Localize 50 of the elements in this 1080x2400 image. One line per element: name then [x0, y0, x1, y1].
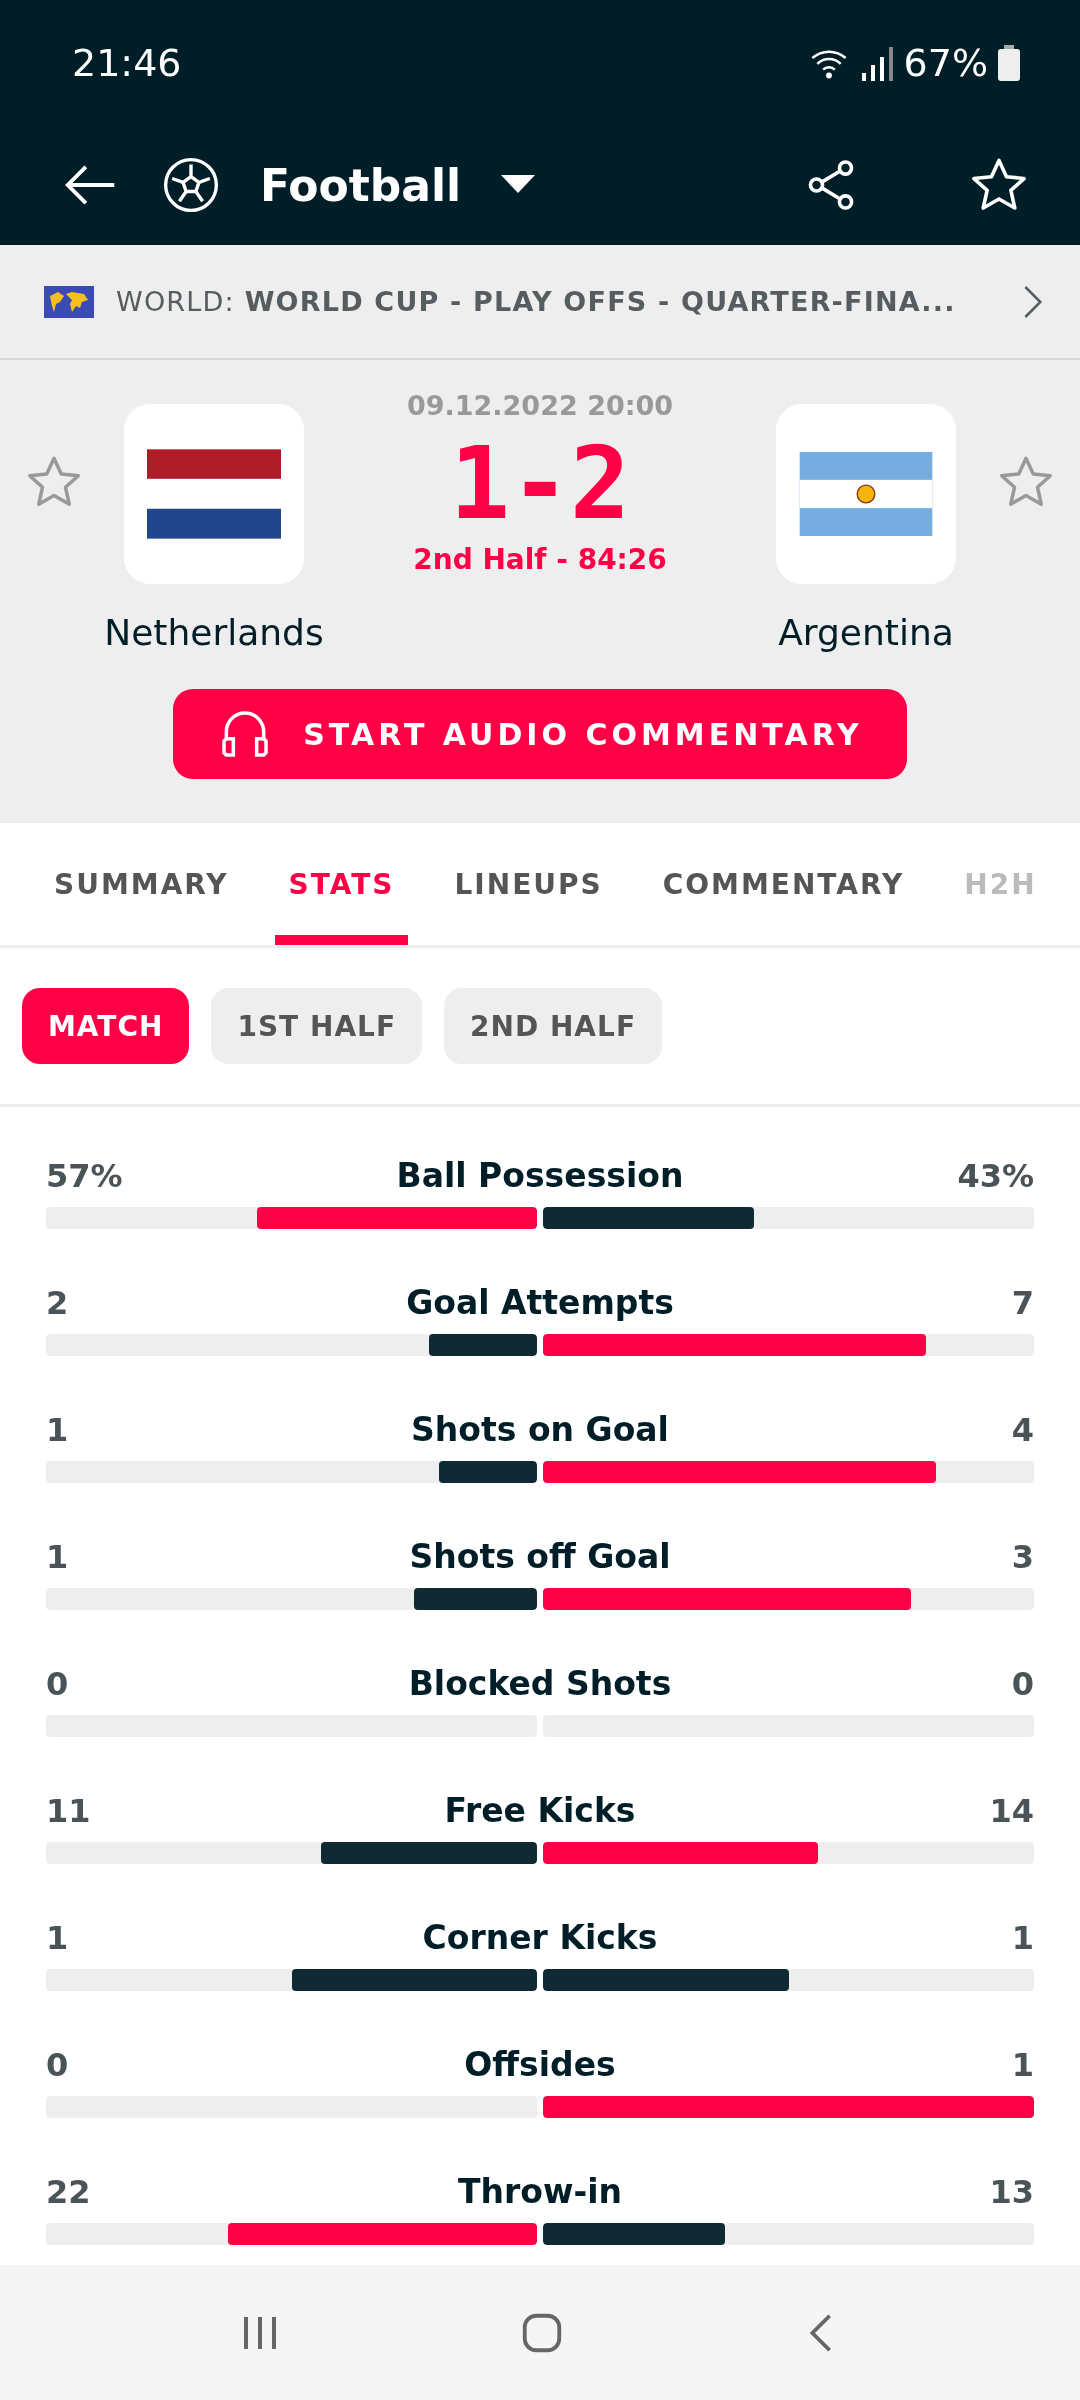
match-score: 1-2	[449, 429, 631, 539]
tab[interactable]: SUMMARY	[40, 823, 243, 945]
home-value: 11	[46, 1791, 92, 1830]
away-value: 43%	[956, 1156, 1034, 1195]
stat-label: Goal Attempts	[406, 1283, 674, 1322]
tab[interactable]: COMMENTARY	[648, 823, 919, 945]
dropdown-caret-icon[interactable]	[501, 175, 536, 195]
period-filter[interactable]: 2ND HALF	[444, 988, 662, 1064]
stat-label: Free Kicks	[444, 1791, 636, 1830]
flag-icon	[799, 452, 933, 536]
stat-label: Shots off Goal	[409, 1537, 671, 1576]
period-filter[interactable]: 1ST HALF	[211, 988, 423, 1064]
away-value: 3	[1010, 1537, 1034, 1576]
stat-label: Corner Kicks	[422, 1918, 658, 1957]
away-value: 0	[1010, 1664, 1034, 1703]
home-value: 1	[46, 1410, 70, 1449]
battery-percent: 67%	[903, 40, 988, 85]
home-value: 1	[46, 1537, 70, 1576]
away-value: 1	[1010, 1918, 1034, 1957]
away-value: 4	[1010, 1410, 1034, 1449]
stat-label: Throw-in	[458, 2172, 622, 2211]
stat-label: Offsides	[464, 2045, 616, 2084]
battery-icon	[998, 44, 1020, 81]
signal-icon	[861, 44, 894, 81]
audio-commentary-button[interactable]: START AUDIO COMMENTARY	[173, 689, 907, 779]
away-value: 7	[1010, 1283, 1034, 1322]
home-value: 0	[46, 1664, 70, 1703]
away-value: 1	[1010, 2045, 1034, 2084]
away-value: 14	[988, 1791, 1034, 1830]
home-value: 2	[46, 1283, 70, 1322]
world-map-icon	[44, 285, 94, 318]
team-name: Netherlands	[104, 612, 324, 653]
home-value: 1	[46, 1918, 70, 1957]
status-time: 21:46	[72, 40, 182, 85]
period-filter[interactable]: MATCH	[22, 988, 190, 1064]
football-icon	[162, 156, 220, 214]
tab[interactable]: LINEUPS	[440, 823, 617, 945]
home-value: 0	[46, 2045, 70, 2084]
home-value: 57%	[46, 1156, 124, 1195]
sport-title[interactable]: Football	[260, 159, 462, 211]
stat-label: Blocked Shots	[408, 1664, 672, 1703]
away-value: 13	[988, 2172, 1034, 2211]
stat-label: Ball Possession	[396, 1156, 684, 1195]
tab[interactable]: STATS	[274, 823, 409, 945]
team-name: Argentina	[778, 612, 954, 653]
match-date: 09.12.2022 20:00	[406, 390, 674, 421]
home-value: 22	[46, 2172, 92, 2211]
stat-label: Shots on Goal	[411, 1410, 669, 1449]
match-period: 2nd Half - 84:26	[413, 543, 667, 576]
flag-icon	[147, 449, 281, 539]
